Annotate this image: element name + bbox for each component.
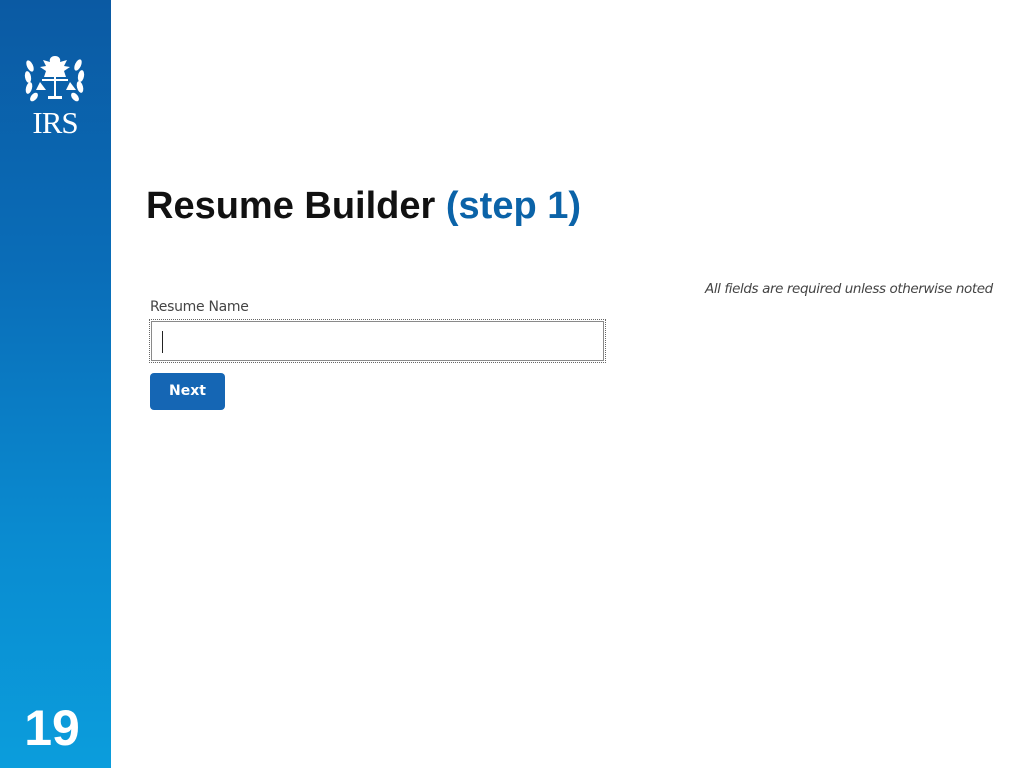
resume-name-input[interactable] — [151, 321, 604, 361]
page-title: Resume Builder (step 1) — [146, 180, 581, 232]
resume-name-label: Resume Name — [150, 299, 249, 315]
page-title-step: (step 1) — [445, 185, 582, 227]
page-title-main: Resume Builder — [146, 185, 436, 227]
sidebar-band: IRS 19 — [0, 0, 111, 768]
next-button[interactable]: Next — [150, 373, 225, 410]
irs-logo: IRS — [22, 52, 88, 142]
page-number: 19 — [24, 700, 80, 756]
text-caret — [162, 331, 163, 353]
required-fields-note: All fields are required unless otherwise… — [705, 281, 993, 297]
irs-eagle-emblem-icon — [24, 56, 85, 102]
slide: IRS 19 Resume Builder (step 1) All field… — [0, 0, 1024, 768]
resume-name-field-focus-ring — [149, 319, 606, 363]
irs-logo-text: IRS — [32, 105, 78, 140]
